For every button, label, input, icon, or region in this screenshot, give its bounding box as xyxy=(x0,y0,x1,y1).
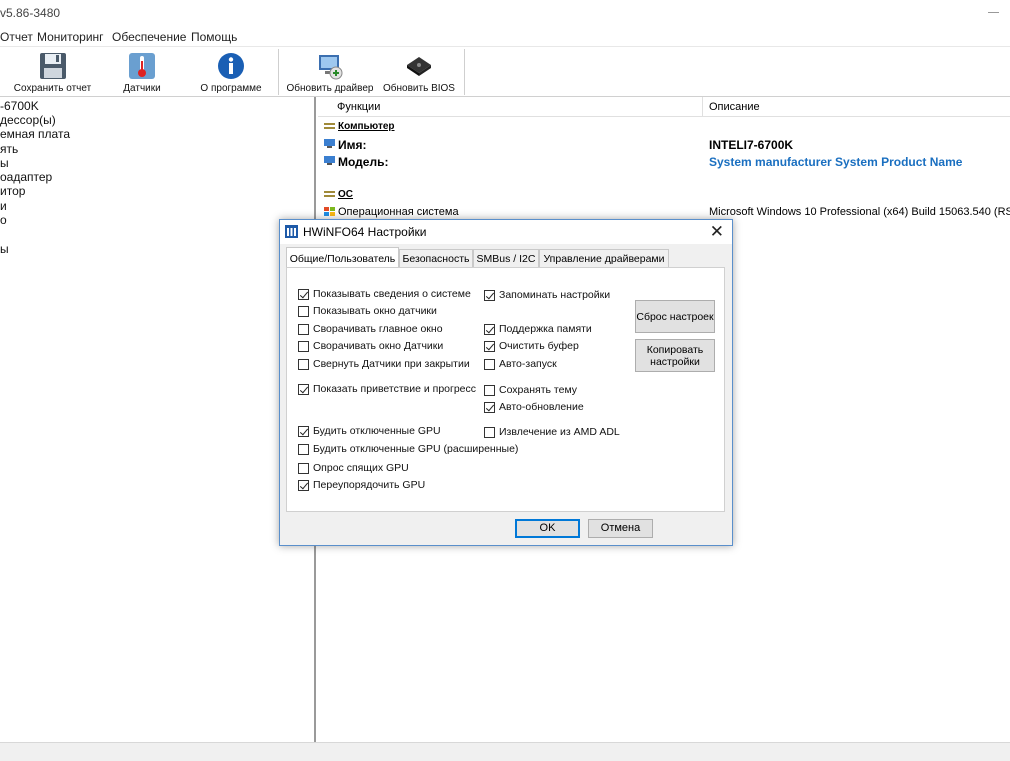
section-computer: Компьютер xyxy=(338,121,395,132)
name-value: INTELI7-6700K xyxy=(709,138,794,152)
tab-security[interactable]: Безопасность xyxy=(399,249,473,268)
tree-item-video-adapter[interactable]: оадаптер xyxy=(0,170,52,184)
about-label: О программе xyxy=(200,83,262,94)
column-function[interactable]: Функции xyxy=(337,101,380,113)
computer-icon xyxy=(324,156,335,165)
tree-item-ports[interactable]: ы xyxy=(0,242,9,256)
update-bios-button[interactable]: Обновить BIOS xyxy=(381,49,457,95)
minimize-icon[interactable] xyxy=(988,6,1000,18)
menu-monitoring[interactable]: Мониторинг xyxy=(37,30,104,44)
sensors-button[interactable]: Датчики xyxy=(113,49,171,95)
checkbox[interactable] xyxy=(484,427,495,438)
toolbar-separator xyxy=(278,49,279,95)
settings-dialog: HWiNFO64 Настройки ✕ Общие/Пользователь … xyxy=(279,219,733,546)
update-bios-label: Обновить BIOS xyxy=(383,83,455,94)
section-os-row: ОС xyxy=(318,187,1010,204)
windows-logo-icon xyxy=(324,207,335,216)
floppy-disk-icon xyxy=(39,53,66,79)
checkbox[interactable] xyxy=(298,359,309,370)
checkbox[interactable] xyxy=(484,341,495,352)
tab-driver-management[interactable]: Управление драйверами xyxy=(539,249,669,268)
status-bar xyxy=(0,742,1010,761)
model-label: Модель: xyxy=(338,155,389,169)
checkbox[interactable] xyxy=(484,359,495,370)
checkbox[interactable] xyxy=(298,306,309,317)
checkbox[interactable] xyxy=(484,385,495,396)
window-title: v5.86-3480 xyxy=(0,6,61,20)
menu-report[interactable]: Отчет xyxy=(0,30,33,44)
section-os: ОС xyxy=(338,189,353,200)
general-tab-panel: Показывать сведения о системе Показывать… xyxy=(286,267,725,512)
detail-row-model: Модель: System manufacturer System Produ… xyxy=(318,153,1010,170)
tree-item-memory[interactable]: ять xyxy=(0,142,18,156)
sensors-label: Датчики xyxy=(123,83,161,94)
driver-update-icon xyxy=(319,55,343,80)
save-report-button[interactable]: Сохранить отчет xyxy=(10,49,95,95)
menu-help[interactable]: Помощь xyxy=(191,30,237,44)
bios-chip-icon xyxy=(407,57,431,76)
tree-item-motherboard[interactable]: емная плата xyxy=(0,127,70,141)
tree-item-processors[interactable]: дессор(ы) xyxy=(0,113,56,127)
checkbox[interactable] xyxy=(298,384,309,395)
checkbox[interactable] xyxy=(484,324,495,335)
checkbox[interactable] xyxy=(484,290,495,301)
title-bar: v5.86-3480 xyxy=(0,0,1010,26)
checkbox[interactable] xyxy=(298,444,309,455)
checkbox[interactable] xyxy=(298,341,309,352)
save-report-label: Сохранить отчет xyxy=(13,83,92,94)
update-driver-label: Обновить драйвер xyxy=(286,83,374,94)
checkbox[interactable] xyxy=(298,480,309,491)
column-description[interactable]: Описание xyxy=(709,101,760,113)
menu-bar: Отчет Мониторинг Обеспечение Помощь xyxy=(0,27,1010,47)
copy-settings-button[interactable]: Копировать настройки xyxy=(635,339,715,372)
cancel-button[interactable]: Отмена xyxy=(588,519,653,538)
reset-settings-button[interactable]: Сброс настроек xyxy=(635,300,715,333)
computer-icon xyxy=(324,139,335,148)
detail-row-name: Имя: INTELI7-6700K xyxy=(318,136,1010,153)
section-computer-row: Компьютер xyxy=(318,119,1010,136)
info-icon xyxy=(218,53,244,79)
os-label: Операционная система xyxy=(338,206,459,218)
section-icon xyxy=(324,123,335,129)
model-value: System manufacturer System Product Name xyxy=(709,155,963,169)
tab-smbus[interactable]: SMBus / I2C xyxy=(473,249,539,268)
tree-item-audio[interactable]: о xyxy=(0,213,7,227)
dialog-title-bar[interactable]: HWiNFO64 Настройки ✕ xyxy=(280,220,732,244)
toolbar: Сохранить отчет Датчики О программе Обно… xyxy=(0,47,1010,97)
column-divider[interactable] xyxy=(702,97,703,117)
dialog-title: HWiNFO64 Настройки xyxy=(303,225,427,239)
hwinfo-app-icon xyxy=(285,225,298,238)
details-header: Функции Описание xyxy=(318,97,1010,117)
ok-button[interactable]: OK xyxy=(515,519,580,538)
thermometer-icon xyxy=(129,53,155,79)
close-icon[interactable]: ✕ xyxy=(710,222,724,242)
tab-general-user[interactable]: Общие/Пользователь xyxy=(286,247,399,267)
tree-item-drives[interactable]: и xyxy=(0,199,7,213)
checkbox[interactable] xyxy=(298,426,309,437)
tree-item-buses[interactable]: ы xyxy=(0,156,9,170)
toolbar-separator xyxy=(464,49,465,95)
menu-provision[interactable]: Обеспечение xyxy=(112,30,186,44)
name-label: Имя: xyxy=(338,138,367,152)
checkbox[interactable] xyxy=(484,402,495,413)
os-value: Microsoft Windows 10 Professional (x64) … xyxy=(709,206,1010,218)
section-icon xyxy=(324,191,335,197)
checkbox[interactable] xyxy=(298,463,309,474)
tree-item-cpu-name[interactable]: -6700K xyxy=(0,99,39,113)
device-tree[interactable]: -6700K дессор(ы) емная плата ять ы оадап… xyxy=(0,97,316,742)
about-button[interactable]: О программе xyxy=(198,49,264,95)
checkbox[interactable] xyxy=(298,289,309,300)
tree-item-monitor[interactable]: итор xyxy=(0,184,25,198)
checkbox[interactable] xyxy=(298,324,309,335)
update-driver-button[interactable]: Обновить драйвер xyxy=(285,49,375,95)
